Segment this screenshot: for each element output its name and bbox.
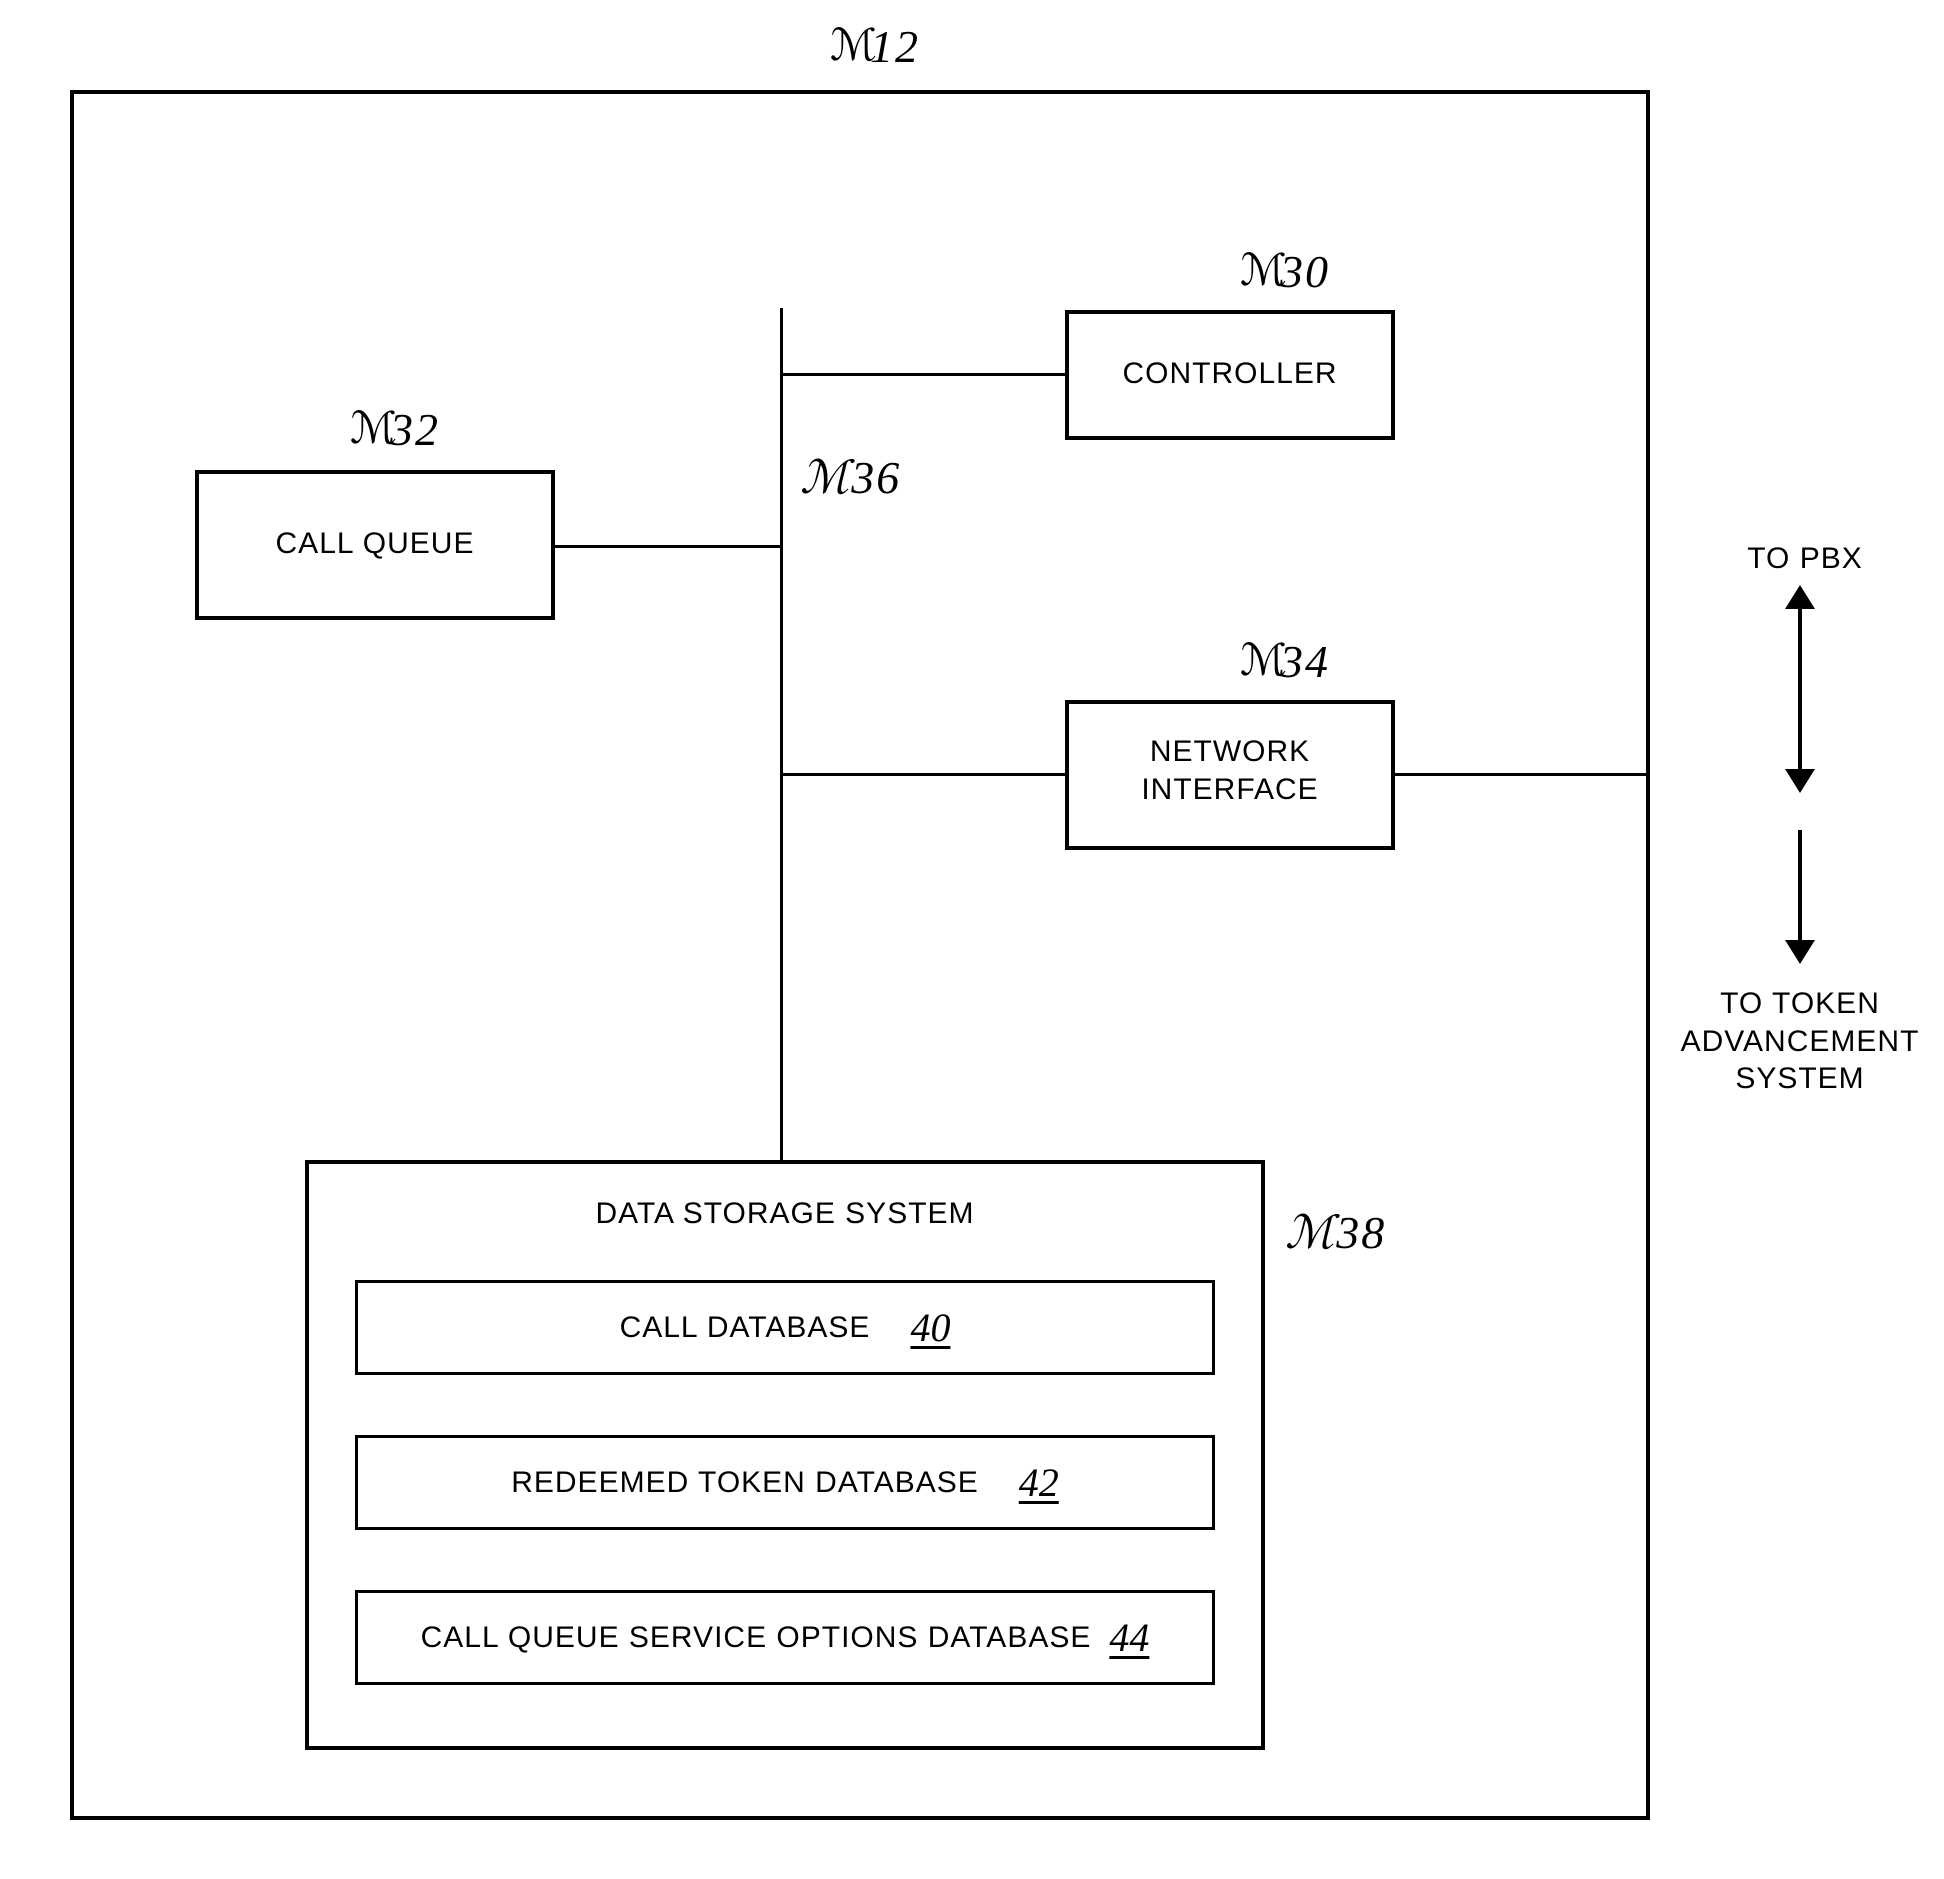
to-token-line3: SYSTEM (1735, 1062, 1864, 1095)
network-interface-connector-right (1395, 773, 1650, 776)
redeemed-token-database-label: REDEEMED TOKEN DATABASE (511, 1466, 979, 1500)
bus-ref-number: ℳ36 (800, 450, 901, 504)
pbx-arrow-up (1785, 585, 1815, 609)
pbx-arrow-stem (1798, 609, 1802, 769)
data-storage-ref-number: ℳ38 (1285, 1205, 1386, 1259)
call-database-label: CALL DATABASE (620, 1311, 871, 1345)
network-interface-ref-number: 34 (1280, 635, 1330, 688)
to-pbx-label: TO PBX (1690, 540, 1920, 578)
call-queue-connector (555, 545, 781, 548)
network-interface-line2: INTERFACE (1141, 773, 1318, 806)
token-arrow (1785, 830, 1815, 964)
options-database-label: CALL QUEUE SERVICE OPTIONS DATABASE (421, 1621, 1092, 1655)
controller-connector (780, 373, 1065, 376)
pbx-arrow (1785, 585, 1815, 793)
to-token-line2: ADVANCEMENT (1681, 1025, 1920, 1058)
call-database-ref-number: 40 (910, 1304, 950, 1351)
call-queue-ref-number: 32 (390, 403, 440, 456)
outer-ref-number: 12 (870, 20, 920, 73)
call-queue-label: CALL QUEUE (195, 525, 555, 563)
diagram-canvas: ℳ 12 ℳ36 CONTROLLER ℳ 30 CALL QUEUE ℳ 32… (0, 0, 1944, 1879)
controller-ref-number: 30 (1280, 245, 1330, 298)
network-interface-label: NETWORK INTERFACE (1065, 733, 1395, 808)
redeemed-token-database-ref-number: 42 (1019, 1459, 1059, 1506)
to-token-line1: TO TOKEN (1720, 987, 1880, 1020)
redeemed-token-database-box: REDEEMED TOKEN DATABASE 42 (355, 1435, 1215, 1530)
options-database-ref-number: 44 (1109, 1614, 1149, 1661)
network-interface-line1: NETWORK (1150, 735, 1310, 768)
data-storage-title: DATA STORAGE SYSTEM (305, 1195, 1265, 1233)
to-token-label: TO TOKEN ADVANCEMENT SYSTEM (1660, 985, 1940, 1098)
token-arrow-stem (1798, 830, 1802, 940)
controller-label: CONTROLLER (1065, 355, 1395, 393)
token-arrow-down (1785, 940, 1815, 964)
pbx-arrow-down (1785, 769, 1815, 793)
network-interface-connector-left (780, 773, 1065, 776)
options-database-box: CALL QUEUE SERVICE OPTIONS DATABASE 44 (355, 1590, 1215, 1685)
bus-line (780, 308, 783, 1160)
call-database-box: CALL DATABASE 40 (355, 1280, 1215, 1375)
